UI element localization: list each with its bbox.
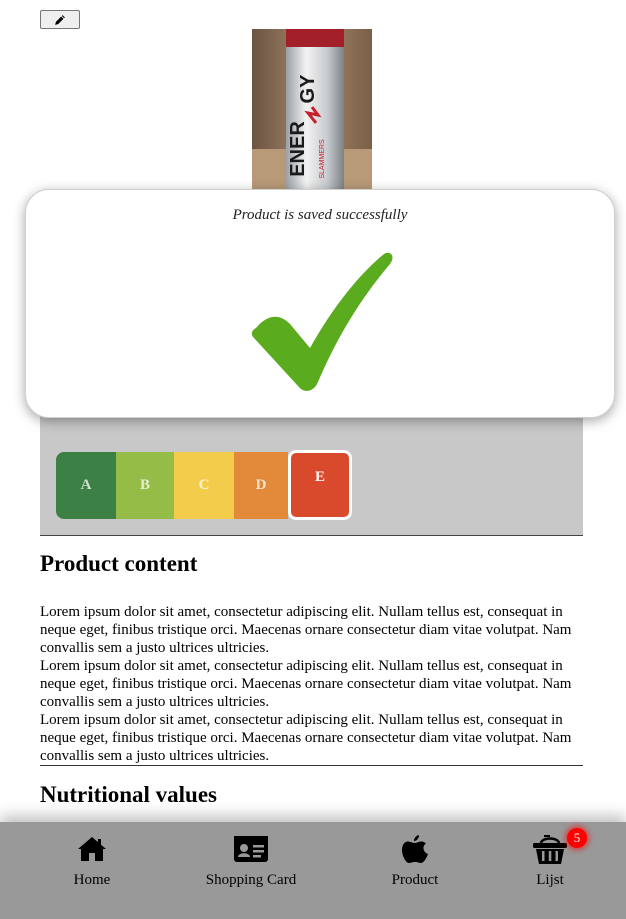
nutriscore-grade-d: D	[234, 452, 288, 519]
home-icon	[78, 837, 106, 861]
checkmark-icon	[251, 252, 393, 391]
cart-count-badge: 5	[567, 828, 587, 848]
toast-message: Product is saved successfully	[232, 207, 408, 223]
success-toast: Product is saved successfully	[25, 189, 615, 418]
bottom-navigation: Home Shopping Card Product 5 Lijst	[0, 822, 626, 919]
nutritional-values-heading: Nutritional values	[40, 782, 217, 807]
product-content-text: Lorem ipsum dolor sit amet, consectetur …	[40, 603, 583, 766]
svg-text:GY: GY	[297, 74, 319, 104]
content-paragraph: Lorem ipsum dolor sit amet, consectetur …	[40, 712, 572, 764]
product-content-heading: Product content	[40, 551, 198, 576]
basket-icon	[533, 835, 567, 864]
content-paragraph: Lorem ipsum dolor sit amet, consectetur …	[40, 604, 572, 656]
svg-text:SLAMMERS: SLAMMERS	[319, 139, 326, 179]
nutriscore: A B C D E	[56, 450, 352, 520]
apple-icon	[402, 835, 428, 863]
pencil-icon	[55, 14, 65, 25]
nav-shopping-card[interactable]: Shopping Card	[196, 822, 306, 919]
nutriscore-grade-b: B	[116, 452, 174, 519]
nav-shopping-card-label: Shopping Card	[205, 872, 297, 888]
nav-product[interactable]: Product	[380, 822, 450, 919]
product-photo: GY ENER SLAMMERS	[252, 29, 372, 189]
edit-button[interactable]	[40, 10, 80, 29]
nutriscore-grade-a: A	[56, 452, 116, 519]
content-paragraph: Lorem ipsum dolor sit amet, consectetur …	[40, 658, 572, 710]
id-card-icon	[234, 836, 268, 862]
nav-home-label: Home	[73, 872, 111, 888]
nav-home[interactable]: Home	[62, 822, 122, 919]
nav-list[interactable]: 5 Lijst	[515, 822, 587, 919]
svg-text:ENER: ENER	[287, 121, 309, 177]
nav-product-label: Product	[391, 872, 439, 888]
nutriscore-grade-c: C	[174, 452, 234, 519]
nutriscore-grade-e-selected: E	[288, 450, 352, 520]
nav-list-label: Lijst	[536, 872, 564, 888]
nutriscore-panel: A B C D E	[40, 416, 583, 536]
